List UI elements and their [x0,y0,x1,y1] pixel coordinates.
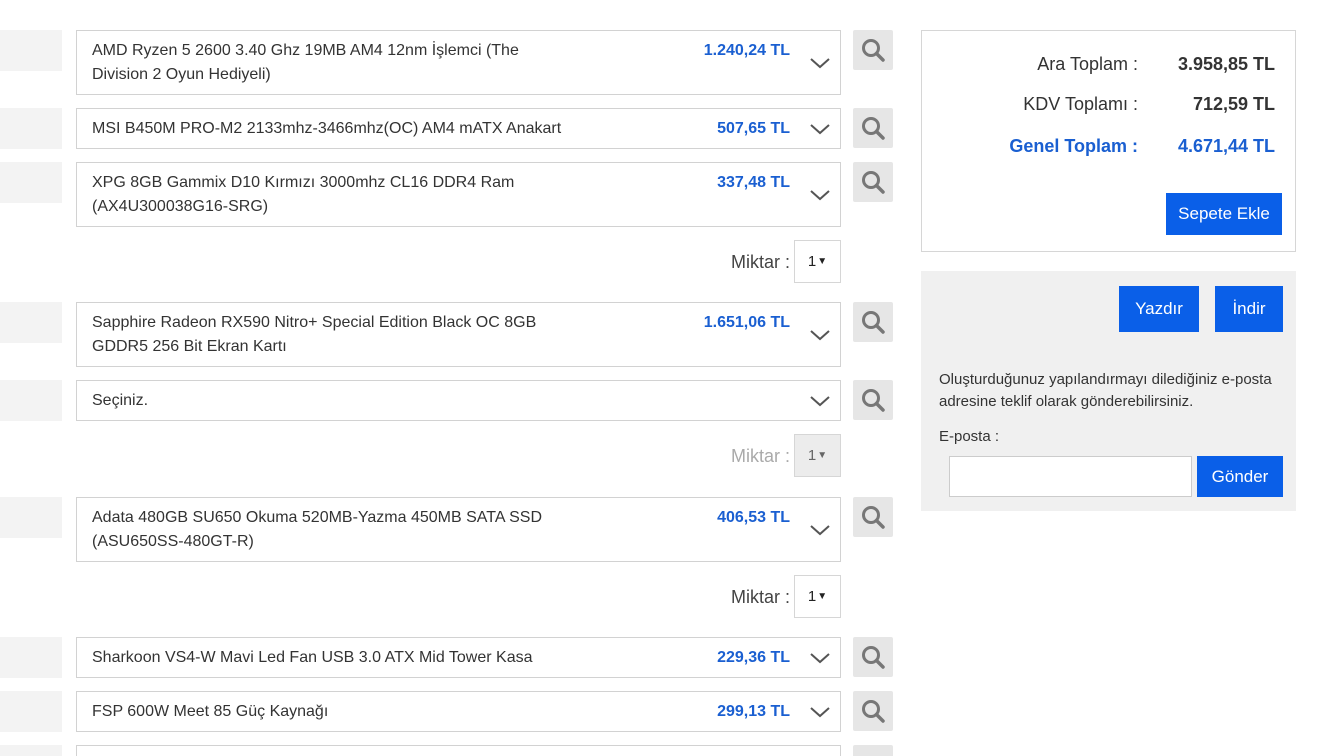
subtotal-label: Ara Toplam : [1037,54,1138,74]
quantity-value: 1 [807,447,817,464]
component-name: MSI B450M PRO-M2 2133mhz-3466mhz(OC) AM4… [92,120,562,137]
component-select-ssd[interactable]: Adata 480GB SU650 Okuma 520MB-Yazma 450M… [76,497,841,562]
email-input[interactable] [949,456,1192,497]
component-select-next[interactable] [76,745,841,756]
chevron-down-icon [808,323,832,347]
quantity-select-ssd[interactable]: 1 ▼ [794,575,841,618]
component-name: Seçiniz. [92,392,149,409]
component-price: 337,48 TL [717,174,790,191]
quantity-value: 1 [807,588,817,605]
component-price: 1.240,24 TL [703,42,790,59]
category-tab-gpu[interactable] [0,302,62,343]
component-select-motherboard[interactable]: MSI B450M PRO-M2 2133mhz-3466mhz(OC) AM4… [76,108,841,149]
component-select-gpu[interactable]: Sapphire Radeon RX590 Nitro+ Special Edi… [76,302,841,367]
component-select-storage[interactable]: Seçiniz. [76,380,841,421]
chevron-down-icon [808,389,832,413]
category-tab-ram[interactable] [0,162,62,203]
search-icon[interactable] [853,691,893,731]
category-tab-psu[interactable] [0,691,62,732]
quantity-select-storage: 1 ▼ [794,434,841,477]
component-name: Sapphire Radeon RX590 Nitro+ Special Edi… [92,314,537,355]
component-select-case[interactable]: Sharkoon VS4-W Mavi Led Fan USB 3.0 ATX … [76,637,841,678]
subtotal-value: 3.958,85 TL [1177,54,1275,74]
search-icon[interactable] [853,162,893,202]
send-button[interactable]: Gönder [1197,456,1283,497]
search-icon-partial[interactable] [853,745,893,756]
caret-down-icon: ▼ [817,591,828,602]
category-tab-ssd[interactable] [0,497,62,538]
category-tab-case[interactable] [0,637,62,678]
component-price: 507,65 TL [717,120,790,137]
chevron-down-icon [808,700,832,724]
component-name: Sharkoon VS4-W Mavi Led Fan USB 3.0 ATX … [92,649,533,666]
quantity-value: 1 [807,253,817,270]
component-select-cpu[interactable]: AMD Ryzen 5 2600 3.40 Ghz 19MB AM4 12nm … [76,30,841,95]
component-price: 299,13 TL [717,703,790,720]
quantity-label-ssd: Miktar : [730,587,790,607]
share-description: Oluşturduğunuz yapılandırmayı dilediğini… [939,371,1272,410]
component-select-ram[interactable]: XPG 8GB Gammix D10 Kırmızı 3000mhz CL16 … [76,162,841,227]
chevron-down-icon [808,51,832,75]
component-select-psu[interactable]: FSP 600W Meet 85 Güç Kaynağı 299,13 TL [76,691,841,732]
component-price: 406,53 TL [717,509,790,526]
chevron-down-icon [808,646,832,670]
order-summary: Ara Toplam : 3.958,85 TL KDV Toplamı : 7… [921,30,1296,252]
caret-down-icon: ▼ [817,450,828,461]
add-to-cart-button[interactable]: Sepete Ekle [1166,193,1282,235]
vat-label: KDV Toplamı : [1023,94,1138,114]
component-name: Adata 480GB SU650 Okuma 520MB-Yazma 450M… [92,509,542,550]
search-icon[interactable] [853,497,893,537]
component-name: XPG 8GB Gammix D10 Kırmızı 3000mhz CL16 … [92,174,515,215]
search-icon[interactable] [853,108,893,148]
vat-value: 712,59 TL [1192,94,1275,114]
total-value: 4.671,44 TL [1177,136,1275,156]
share-panel: Yazdır İndir Oluşturduğunuz yapılandırma… [921,271,1296,511]
search-icon[interactable] [853,30,893,70]
category-tab-next[interactable] [0,745,62,756]
quantity-select-ram[interactable]: 1 ▼ [794,240,841,283]
chevron-down-icon [808,117,832,141]
component-name: FSP 600W Meet 85 Güç Kaynağı [92,703,329,720]
chevron-down-icon [808,518,832,542]
email-label: E-posta : [939,428,1000,445]
category-tab-cpu[interactable] [0,30,62,71]
caret-down-icon: ▼ [817,256,828,267]
search-icon[interactable] [853,380,893,420]
component-name: AMD Ryzen 5 2600 3.40 Ghz 19MB AM4 12nm … [92,42,519,83]
category-tab-motherboard[interactable] [0,108,62,149]
component-price: 1.651,06 TL [703,314,790,331]
search-icon[interactable] [853,637,893,677]
total-label: Genel Toplam : [1009,136,1138,156]
search-icon[interactable] [853,302,893,342]
chevron-down-icon [808,183,832,207]
quantity-label-ram: Miktar : [730,252,790,272]
quantity-label-storage: Miktar : [730,446,790,466]
category-tab-storage[interactable] [0,380,62,421]
component-price: 229,36 TL [717,649,790,666]
print-button[interactable]: Yazdır [1119,286,1199,332]
download-button[interactable]: İndir [1215,286,1283,332]
